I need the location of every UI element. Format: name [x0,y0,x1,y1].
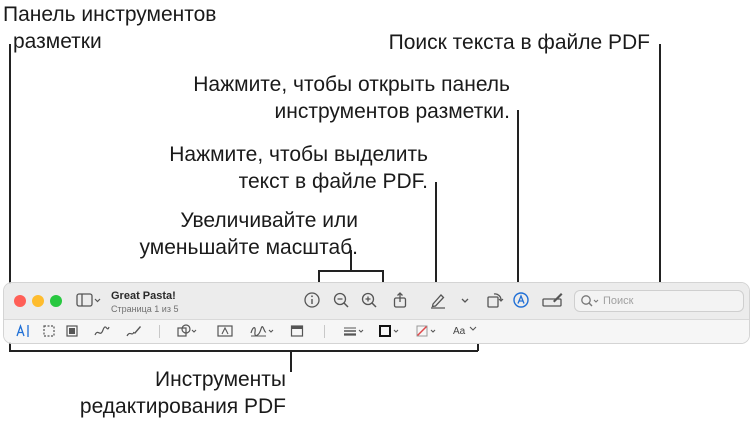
markup-pen-circle-icon[interactable] [512,291,530,314]
toolbar-divider [324,325,325,338]
toolbar-divider [159,325,160,338]
text-style-label: Aa [453,326,466,337]
markup-toolbar: Aa [4,320,749,343]
callout-line: разметки [13,30,102,53]
highlighter-pen-icon[interactable] [428,291,450,314]
chevron-down-icon [469,326,477,331]
leader-highlight [435,182,437,290]
zoom-bracket-stem [350,250,352,270]
zoom-window-button[interactable] [50,295,62,307]
callout-line: Инструменты [155,368,286,391]
minimize-button[interactable] [32,295,44,307]
text-selection-icon[interactable] [16,324,32,343]
zoom-in-icon[interactable] [360,291,378,314]
zoom-bracket-left [318,270,320,282]
callout-line: Панель инструментов [3,3,217,26]
close-button[interactable] [14,295,26,307]
zoom-out-icon[interactable] [332,291,350,314]
callout-line: текст в файле PDF. [238,170,428,193]
rectangular-selection-icon[interactable] [42,324,56,343]
line-style-icon[interactable] [343,324,367,343]
fill-color-icon[interactable] [415,324,439,343]
search-placeholder: Поиск [603,295,634,307]
document-title: Great Pasta! [111,290,176,302]
callout-line: Нажмите, чтобы открыть панель [193,73,510,96]
info-icon[interactable] [303,291,321,314]
leader-search [659,44,661,288]
magnifier-icon [580,294,600,313]
callout-line: Увеличивайте или [180,209,358,232]
document-page-count: Страница 1 из 5 [111,304,179,314]
callout-line: редактирования PDF [79,395,286,418]
search-input[interactable]: Поиск [574,290,744,312]
callout-highlight: Нажмите, чтобы выделить текст в файле PD… [169,141,428,195]
callout-line: Поиск текста в файле PDF [388,31,650,54]
border-color-icon[interactable] [378,324,402,343]
callout-zoom: Увеличивайте или уменьшайте масштаб. [140,207,358,261]
form-fill-icon[interactable] [542,291,564,314]
redact-icon[interactable] [65,324,79,343]
callout-line: уменьшайте масштаб. [139,236,358,259]
share-icon[interactable] [391,291,409,314]
zoom-bracket-bar [318,270,383,272]
draw-icon[interactable] [126,324,142,343]
leader-markup-toolbar [9,44,11,318]
note-icon[interactable] [290,324,304,343]
callout-edit-tools: Инструменты редактирования PDF [80,366,286,420]
sketch-icon[interactable] [94,324,110,343]
text-style-button[interactable]: Aa [453,324,478,337]
edit-bracket-bar [9,350,478,352]
shapes-icon[interactable] [177,324,199,343]
preview-window: Great Pasta! Страница 1 из 5 Поиск Aa [3,282,750,344]
signature-icon[interactable] [250,324,276,343]
callout-line: инструментов разметки. [274,100,510,123]
leader-open-markup [517,110,519,288]
sidebar-icon[interactable] [76,291,102,314]
title-bar: Great Pasta! Страница 1 из 5 Поиск [4,283,749,320]
chevron-down-icon[interactable] [459,291,471,314]
edit-bracket-stem [290,350,292,372]
callout-open-markup: Нажмите, чтобы открыть панель инструмент… [193,71,510,125]
zoom-bracket-right [382,270,384,282]
callout-search-text: Поиск текста в файле PDF [389,29,650,56]
text-box-icon[interactable] [217,324,233,343]
callout-markup-toolbar: Панель инструментов разметки [3,1,216,55]
rotate-icon[interactable] [485,291,505,314]
callout-line: Нажмите, чтобы выделить [169,143,428,166]
